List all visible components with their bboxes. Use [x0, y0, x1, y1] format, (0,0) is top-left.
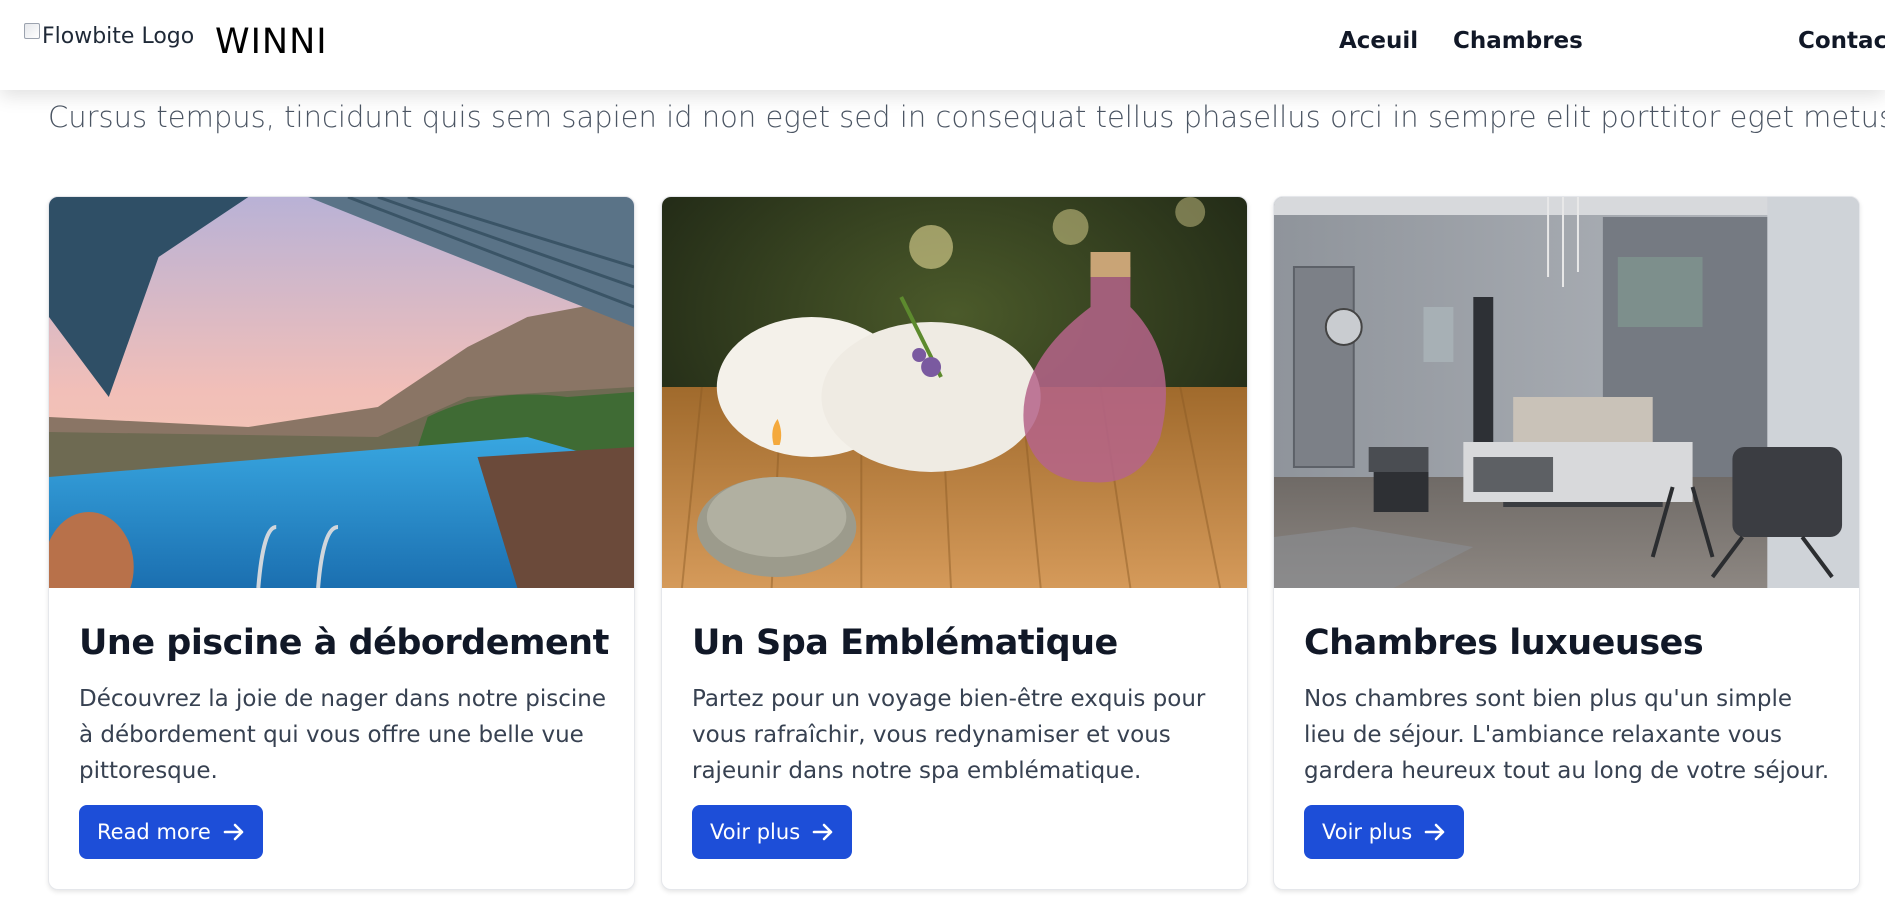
voir-plus-button[interactable]: Voir plus	[1304, 805, 1465, 859]
section-subtitle: Cursus tempus, tincidunt quis sem sapien…	[48, 100, 1885, 134]
card-title: Chambres luxueuses	[1304, 623, 1704, 663]
arrow-right-icon	[812, 823, 834, 841]
luxury-bedroom-photo	[1274, 197, 1859, 588]
spa-towels-photo	[662, 197, 1247, 588]
card-pool: Une piscine à débordement Découvrez la j…	[48, 196, 635, 890]
brand-name[interactable]: WINNI	[215, 22, 328, 62]
card-rooms: Chambres luxueuses Nos chambres sont bie…	[1273, 196, 1860, 890]
nav-link-aceuil[interactable]: Aceuil	[1339, 28, 1418, 54]
card-title: Une piscine à débordement	[79, 623, 609, 663]
card-title: Un Spa Emblématique	[692, 623, 1118, 663]
arrow-right-icon	[223, 823, 245, 841]
arrow-right-icon	[1424, 823, 1446, 841]
nav-link-contact[interactable]: Contact	[1798, 28, 1885, 54]
card-spa: Un Spa Emblématique Partez pour un voyag…	[661, 196, 1248, 890]
card-description: Découvrez la joie de nager dans notre pi…	[79, 686, 606, 784]
read-more-button[interactable]: Read more	[79, 805, 263, 859]
card-description: Partez pour un voyage bien-être exquis p…	[692, 686, 1206, 784]
broken-image-icon	[24, 22, 40, 39]
button-label: Voir plus	[1322, 820, 1413, 844]
infinity-pool-photo	[49, 197, 634, 588]
voir-plus-button[interactable]: Voir plus	[692, 805, 853, 859]
nav-link-chambres[interactable]: Chambres	[1453, 28, 1583, 54]
card-description: Nos chambres sont bien plus qu'un simple…	[1304, 686, 1830, 784]
navbar: Flowbite Logo WINNI Aceuil Chambres Cont…	[0, 0, 1885, 90]
logo-image[interactable]: Flowbite Logo	[24, 22, 195, 49]
button-label: Voir plus	[710, 820, 801, 844]
button-label: Read more	[97, 820, 211, 844]
logo-alt-text: Flowbite Logo	[42, 24, 195, 49]
